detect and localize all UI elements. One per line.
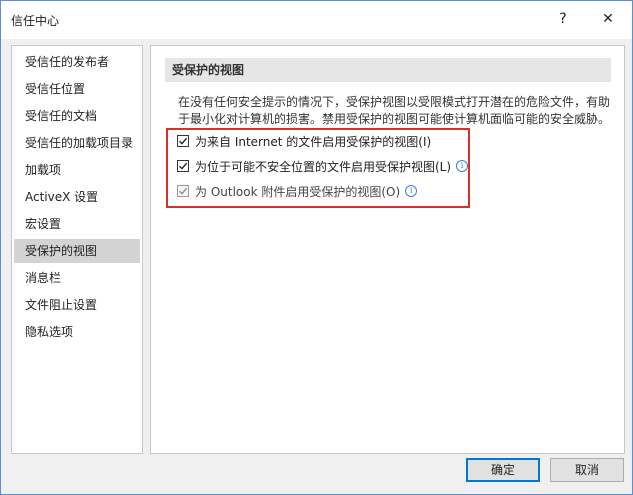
sidebar-item-trusted-locations[interactable]: 受信任位置	[14, 77, 140, 101]
internet-files-checkbox[interactable]	[177, 135, 189, 147]
sidebar-item-activex-settings[interactable]: ActiveX 设置	[14, 185, 140, 209]
sidebar-item-trusted-addin-catalogs[interactable]: 受信任的加载项目录	[14, 131, 140, 155]
section-description: 在没有任何安全提示的情况下，受保护视图以受限模式打开潜在的危险文件，有助 于最小…	[178, 94, 618, 128]
outlook-attachments-label: 为 Outlook 附件启用受保护的视图(O)	[195, 184, 401, 199]
option-unsafe-locations[interactable]: 为位于可能不安全位置的文件启用受保护视图(L) i	[177, 157, 469, 175]
sidebar-item-trusted-publishers[interactable]: 受信任的发布者	[14, 50, 140, 74]
ok-button[interactable]: 确定	[466, 458, 540, 482]
checkmark-icon	[179, 187, 188, 195]
info-icon[interactable]: i	[405, 185, 418, 197]
trust-center-dialog: 信任中心 ? ✕ 受信任的发布者 受信任位置 受信任的文档 受信任的加载项目录 …	[0, 0, 633, 495]
help-button[interactable]: ?	[546, 5, 580, 33]
sidebar: 受信任的发布者 受信任位置 受信任的文档 受信任的加载项目录 加载项 Activ…	[11, 45, 143, 454]
info-icon[interactable]: i	[456, 160, 469, 172]
close-icon: ✕	[602, 11, 614, 27]
cancel-button[interactable]: 取消	[550, 458, 624, 482]
description-line-2: 于最小化对计算机的损害。禁用受保护的视图可能使计算机面临可能的安全威胁。	[178, 112, 611, 126]
sidebar-item-privacy-options[interactable]: 隐私选项	[14, 320, 140, 344]
content-panel: 受保护的视图 在没有任何安全提示的情况下，受保护视图以受限模式打开潜在的危险文件…	[150, 45, 625, 454]
close-button[interactable]: ✕	[591, 5, 625, 33]
internet-files-label: 为来自 Internet 的文件启用受保护的视图(I)	[195, 134, 432, 149]
description-line-1: 在没有任何安全提示的情况下，受保护视图以受限模式打开潜在的危险文件，有助	[178, 95, 611, 109]
checkmark-icon	[179, 137, 188, 145]
sidebar-item-message-bar[interactable]: 消息栏	[14, 266, 140, 290]
checkmark-icon	[179, 162, 188, 170]
title-bar: 信任中心 ? ✕	[1, 1, 632, 39]
sidebar-item-protected-view[interactable]: 受保护的视图	[14, 239, 140, 263]
sidebar-item-addins[interactable]: 加载项	[14, 158, 140, 182]
sidebar-item-trusted-documents[interactable]: 受信任的文档	[14, 104, 140, 128]
sidebar-item-macro-settings[interactable]: 宏设置	[14, 212, 140, 236]
outlook-attachments-checkbox[interactable]	[177, 185, 189, 197]
dialog-title: 信任中心	[11, 14, 60, 28]
sidebar-item-file-block-settings[interactable]: 文件阻止设置	[14, 293, 140, 317]
option-outlook-attachments[interactable]: 为 Outlook 附件启用受保护的视图(O) i	[177, 182, 418, 200]
help-icon: ?	[559, 11, 567, 27]
option-internet-files[interactable]: 为来自 Internet 的文件启用受保护的视图(I)	[177, 132, 431, 150]
unsafe-locations-label: 为位于可能不安全位置的文件启用受保护视图(L)	[195, 159, 452, 174]
unsafe-locations-checkbox[interactable]	[177, 160, 189, 172]
section-header: 受保护的视图	[165, 58, 611, 82]
